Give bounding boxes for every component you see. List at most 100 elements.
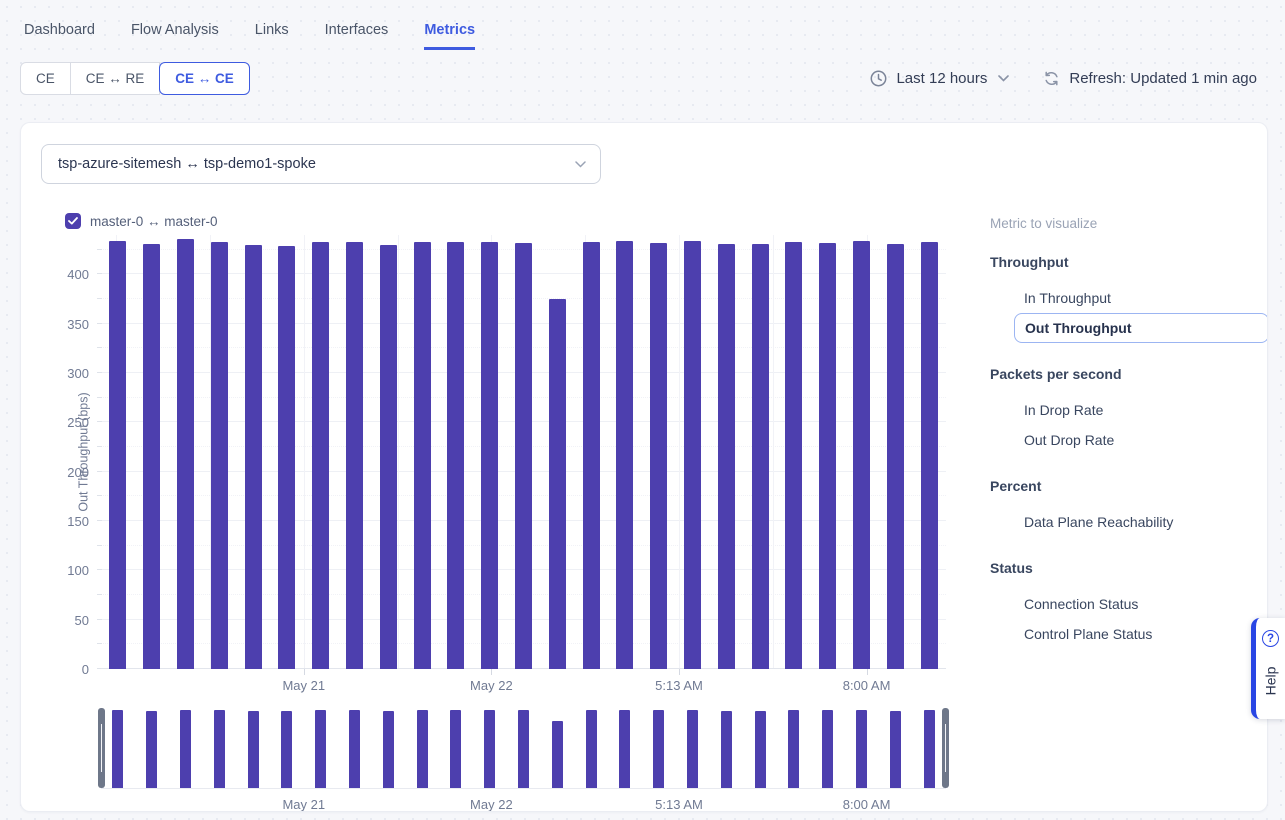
- y-tick-label: 250: [49, 415, 89, 430]
- metric-item-in-throughput[interactable]: In Throughput: [1024, 283, 1268, 313]
- metric-item-connection-status[interactable]: Connection Status: [1024, 589, 1268, 619]
- top-nav: Dashboard Flow Analysis Links Interfaces Met…: [0, 0, 1285, 50]
- brush-bar: [518, 710, 529, 789]
- metrics-card: tsp-azure-sitemesh ↔ tsp-demo1-spoke mas…: [20, 122, 1268, 812]
- brush-x-tick-label: 5:13 AM: [655, 797, 703, 812]
- brush-bar: [180, 710, 191, 789]
- y-tick-mark: [97, 446, 102, 447]
- throughput-bar: [447, 242, 464, 669]
- brush-chart[interactable]: [101, 707, 946, 789]
- metric-section-status: StatusConnection StatusControl Plane Sta…: [990, 560, 1268, 649]
- throughput-bar: [278, 246, 295, 669]
- nav-item-links[interactable]: Links: [255, 22, 289, 50]
- chart-column: master-0 ↔ master-0 Out Throughput (bps)…: [41, 211, 953, 812]
- throughput-bar: [887, 244, 904, 669]
- main-plot-area: 050100150200250300350400: [101, 235, 946, 669]
- metric-item-data-plane-reachability[interactable]: Data Plane Reachability: [1024, 507, 1268, 537]
- brush-bar: [924, 710, 935, 789]
- nav-item-metrics[interactable]: Metrics: [424, 22, 475, 50]
- throughput-bar: [109, 241, 126, 669]
- clock-icon: [870, 70, 887, 87]
- time-range-selector[interactable]: Last 12 hours: [870, 70, 1009, 87]
- brush-bar: [586, 710, 597, 789]
- throughput-bar: [583, 242, 600, 669]
- throughput-bar: [414, 242, 431, 669]
- help-label: Help: [1262, 667, 1278, 696]
- y-tick-mark: [97, 372, 102, 373]
- y-axis-title: Out Throughput (bps): [77, 392, 91, 511]
- x-tick-label: 8:00 AM: [843, 678, 891, 693]
- metric-sidebar: Metric to visualize ThroughputIn Through…: [953, 211, 1268, 812]
- metric-header-packets-per-second: Packets per second: [990, 366, 1268, 382]
- gridline-v: [304, 235, 305, 669]
- brush-bar: [552, 721, 563, 789]
- brush-bar: [450, 710, 461, 789]
- metric-item-control-plane-status[interactable]: Control Plane Status: [1024, 619, 1268, 649]
- link-pair-select[interactable]: tsp-azure-sitemesh ↔ tsp-demo1-spoke: [41, 144, 601, 184]
- brush-bar: [349, 710, 360, 789]
- brush-x-axis: May 21May 225:13 AM8:00 AM: [101, 789, 946, 812]
- brush-handle-left[interactable]: [98, 708, 105, 788]
- y-tick-label: 400: [49, 267, 89, 282]
- series-label: master-0 ↔ master-0: [90, 214, 218, 229]
- brush-bar: [417, 710, 428, 789]
- brush-handle-right[interactable]: [942, 708, 949, 788]
- brush-bar: [856, 710, 867, 789]
- y-tick-mark: [97, 520, 102, 521]
- brush-bar: [721, 711, 732, 789]
- throughput-bar: [211, 242, 228, 669]
- throughput-bar: [245, 245, 262, 669]
- throughput-chart: Out Throughput (bps) 0501001502002503003…: [41, 235, 953, 812]
- y-tick-mark: [97, 397, 102, 398]
- brush-bar: [687, 710, 698, 789]
- x-tick-label: May 21: [282, 678, 325, 693]
- y-tick-mark: [97, 495, 102, 496]
- brush-bar: [755, 711, 766, 789]
- y-tick-mark: [97, 643, 102, 644]
- chevron-down-icon: [575, 161, 586, 168]
- brush-bar: [112, 710, 123, 789]
- throughput-bar: [549, 299, 566, 669]
- metric-item-out-throughput[interactable]: Out Throughput: [1014, 313, 1268, 343]
- y-tick-mark: [97, 471, 102, 472]
- brush-bar: [315, 710, 326, 789]
- throughput-bar: [752, 244, 769, 669]
- check-icon: [68, 217, 78, 225]
- x-axis: May 21May 225:13 AM8:00 AM: [101, 669, 953, 699]
- throughput-bar: [718, 244, 735, 669]
- question-mark-icon: ?: [1262, 630, 1279, 647]
- chevron-down-icon: [998, 75, 1009, 82]
- brush-bar: [653, 710, 664, 789]
- refresh-button[interactable]: Refresh: Updated 1 min ago: [1043, 70, 1257, 87]
- y-tick-mark: [97, 347, 102, 348]
- series-checkbox[interactable]: [65, 213, 81, 229]
- nav-item-flow-analysis[interactable]: Flow Analysis: [131, 22, 219, 50]
- nav-item-dashboard[interactable]: Dashboard: [24, 22, 95, 50]
- link-pair-select-value: tsp-azure-sitemesh ↔ tsp-demo1-spoke: [58, 156, 316, 172]
- y-tick-label: 0: [49, 662, 89, 677]
- brush-bar: [788, 710, 799, 789]
- y-tick-mark: [97, 619, 102, 620]
- y-tick-mark: [97, 569, 102, 570]
- brush-x-tick-label: May 21: [282, 797, 325, 812]
- metric-item-in-drop-rate[interactable]: In Drop Rate: [1024, 395, 1268, 425]
- brush-bar: [248, 711, 259, 789]
- x-tick-label: May 22: [470, 678, 513, 693]
- toolbar-right: Last 12 hours Refresh: Updated 1 min ago: [870, 70, 1257, 87]
- scope-tab-ce-ce[interactable]: CE ↔ CE: [159, 62, 250, 95]
- y-tick-mark: [97, 273, 102, 274]
- gridline-v: [398, 235, 399, 669]
- y-tick-label: 200: [49, 465, 89, 480]
- nav-item-interfaces[interactable]: Interfaces: [325, 22, 389, 50]
- help-button[interactable]: ? Help: [1251, 618, 1285, 719]
- y-tick-mark: [97, 545, 102, 546]
- metric-item-out-drop-rate[interactable]: Out Drop Rate: [1024, 425, 1268, 455]
- throughput-bar: [785, 242, 802, 669]
- throughput-bar: [515, 243, 532, 669]
- y-tick-label: 100: [49, 563, 89, 578]
- scope-tab-ce-re[interactable]: CE ↔ RE: [71, 62, 161, 95]
- throughput-bar: [921, 242, 938, 669]
- scope-tab-ce[interactable]: CE: [20, 62, 71, 95]
- brush-bar: [890, 711, 901, 789]
- y-tick-label: 300: [49, 366, 89, 381]
